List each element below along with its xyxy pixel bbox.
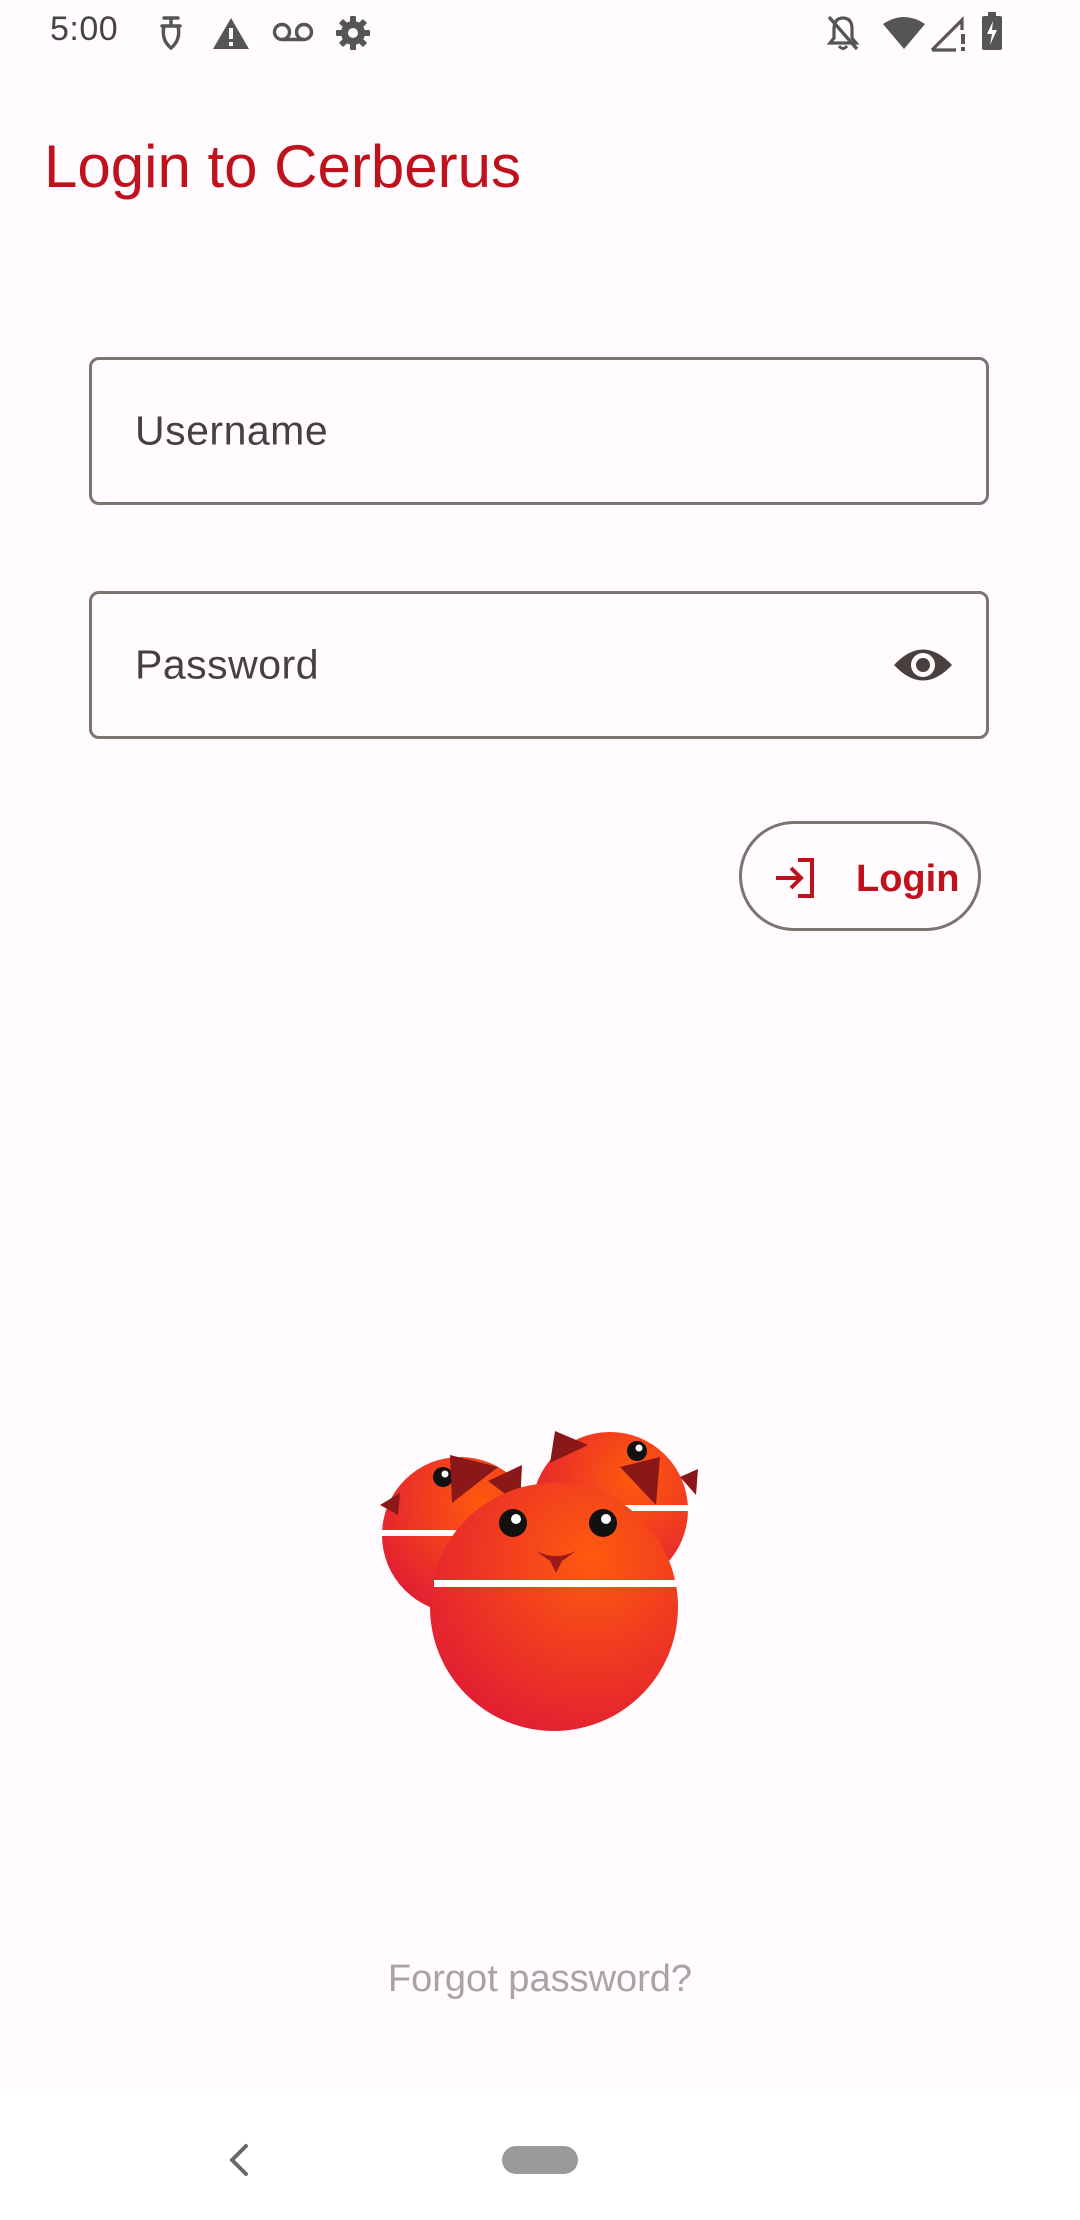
notifications-off-icon [826, 15, 860, 51]
status-time: 5:00 [50, 10, 119, 48]
login-button-label: Login [856, 858, 960, 900]
forgot-password-link[interactable]: Forgot password? [0, 1958, 1080, 2001]
eye-icon[interactable] [892, 634, 954, 696]
username-label: Username [135, 407, 329, 454]
username-field[interactable]: Username [89, 357, 989, 505]
home-pill-icon[interactable] [502, 2146, 578, 2174]
warning-icon [213, 18, 249, 49]
voicemail-icon [272, 22, 314, 42]
battery-charging-icon [982, 12, 1002, 50]
signal-no-connection-icon [930, 16, 965, 52]
login-button[interactable]: Login [739, 821, 981, 931]
assistant-icon [160, 16, 182, 51]
cerberus-logo [380, 1431, 698, 1731]
settings-gear-icon [336, 16, 370, 50]
password-label: Password [135, 641, 320, 688]
back-chevron-icon[interactable] [222, 2140, 256, 2180]
login-arrow-icon [776, 858, 814, 898]
wifi-icon [883, 17, 925, 49]
status-bar: 5:00 [0, 0, 1080, 66]
page-title: Login to Cerberus [44, 133, 521, 200]
navigation-bar [0, 2090, 1080, 2220]
password-field[interactable]: Password [89, 591, 989, 739]
